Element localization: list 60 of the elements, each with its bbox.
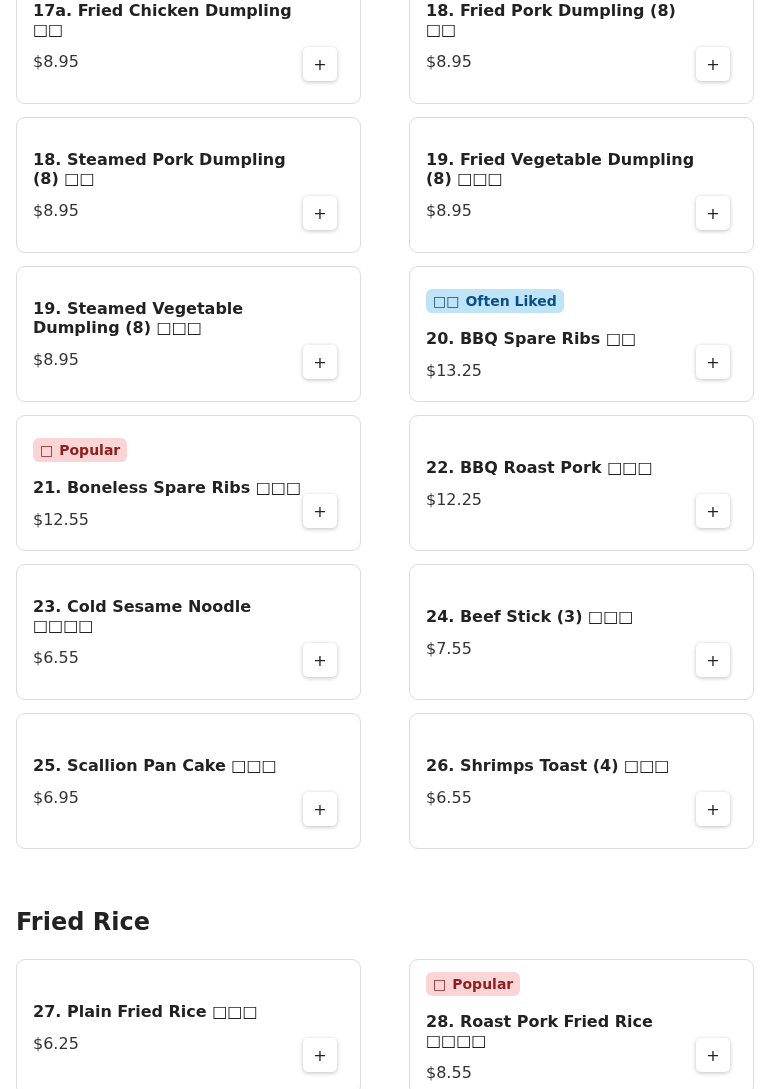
menu-item-card[interactable]: 27. Plain Fried Rice □□□ $6.25 +	[16, 959, 361, 1089]
tag-badge: □ Popular	[33, 437, 128, 462]
add-button[interactable]: +	[303, 196, 337, 230]
item-name: 28. Roast Pork Fried Rice □□□□	[426, 1012, 654, 1050]
item-price: $8.95	[426, 52, 473, 71]
menu-item-card[interactable]: 17a. Fried Chicken Dumpling □□ $8.95 +	[16, 0, 361, 104]
menu-item-card[interactable]: □ Popular 21. Boneless Spare Ribs □□□ $12.55 +	[16, 415, 361, 551]
section-title: Fried Rice	[16, 907, 151, 937]
item-price: $13.25	[426, 360, 483, 380]
add-button[interactable]: +	[696, 494, 730, 528]
menu-item-card[interactable]: 24. Beef Stick (3) □□□ $7.55 +	[409, 564, 754, 700]
add-button[interactable]: +	[303, 1038, 337, 1072]
tag-badge: □□ Often Liked	[426, 288, 564, 313]
item-name: 21. Boneless Spare Ribs □□□	[33, 477, 303, 497]
tag-badge: □ Popular	[426, 972, 521, 996]
add-button[interactable]: +	[303, 345, 337, 379]
add-button[interactable]: +	[303, 792, 337, 826]
item-name: 17a. Fried Chicken Dumpling □□	[33, 1, 293, 39]
item-price: $8.55	[426, 1063, 473, 1082]
item-name: 23. Cold Sesame Noodle □□□□	[33, 597, 253, 635]
item-price: $8.95	[426, 201, 473, 220]
add-button[interactable]: +	[303, 494, 337, 528]
item-name: 24. Beef Stick (3) □□□	[426, 606, 635, 626]
item-price: $12.25	[426, 489, 483, 509]
add-button[interactable]: +	[696, 345, 730, 379]
add-button[interactable]: +	[303, 47, 337, 81]
item-price: $8.95	[33, 52, 80, 71]
item-name: 19. Fried Vegetable Dumpling (8) □□□	[426, 150, 696, 188]
menu-item-card[interactable]: 18. Fried Pork Dumpling (8) □□ $8.95 +	[409, 0, 754, 104]
item-price: $8.95	[33, 201, 80, 220]
menu-item-card[interactable]: 19. Steamed Vegetable Dumpling (8) □□□ $8.95 +	[16, 266, 361, 402]
item-name: 25. Scallion Pan Cake □□□	[33, 755, 278, 775]
item-name: 27. Plain Fried Rice □□□	[33, 1001, 259, 1021]
item-price: $12.55	[33, 509, 90, 529]
item-price: $8.95	[33, 350, 80, 369]
item-name: 19. Steamed Vegetable Dumpling (8) □□□	[33, 299, 245, 337]
item-price: $7.55	[426, 638, 473, 658]
item-name: 18. Steamed Pork Dumpling (8) □□	[33, 150, 287, 188]
menu-item-card[interactable]: 25. Scallion Pan Cake □□□ $6.95 +	[16, 713, 361, 849]
add-button[interactable]: +	[696, 643, 730, 677]
menu-item-card[interactable]: 23. Cold Sesame Noodle □□□□ $6.55 +	[16, 564, 361, 700]
menu-item-card[interactable]: □ Popular 28. Roast Pork Fried Rice □□□□ $8.55 +	[409, 959, 754, 1089]
item-price: $6.95	[33, 787, 80, 807]
add-button[interactable]: +	[696, 1038, 730, 1072]
menu-item-card[interactable]: 26. Shrimps Toast (4) □□□ $6.55 +	[409, 713, 754, 849]
menu-item-card[interactable]: 18. Steamed Pork Dumpling (8) □□ $8.95 +	[16, 117, 361, 253]
item-price: $6.55	[426, 787, 473, 807]
add-button[interactable]: +	[696, 196, 730, 230]
menu-item-card[interactable]: 22. BBQ Roast Pork □□□ $12.25 +	[409, 415, 754, 551]
add-button[interactable]: +	[696, 792, 730, 826]
item-name: 26. Shrimps Toast (4) □□□	[426, 755, 671, 775]
item-price: $6.25	[33, 1033, 80, 1053]
item-name: 18. Fried Pork Dumpling (8) □□	[426, 1, 677, 39]
item-name: 22. BBQ Roast Pork □□□	[426, 457, 654, 477]
menu-item-card[interactable]: □□ Often Liked 20. BBQ Spare Ribs □□ $13.25 +	[409, 266, 754, 402]
add-button[interactable]: +	[696, 47, 730, 81]
menu-item-card[interactable]: 19. Fried Vegetable Dumpling (8) □□□ $8.95 +	[409, 117, 754, 253]
add-button[interactable]: +	[303, 643, 337, 677]
item-price: $6.55	[33, 648, 80, 667]
item-name: 20. BBQ Spare Ribs □□	[426, 328, 638, 348]
